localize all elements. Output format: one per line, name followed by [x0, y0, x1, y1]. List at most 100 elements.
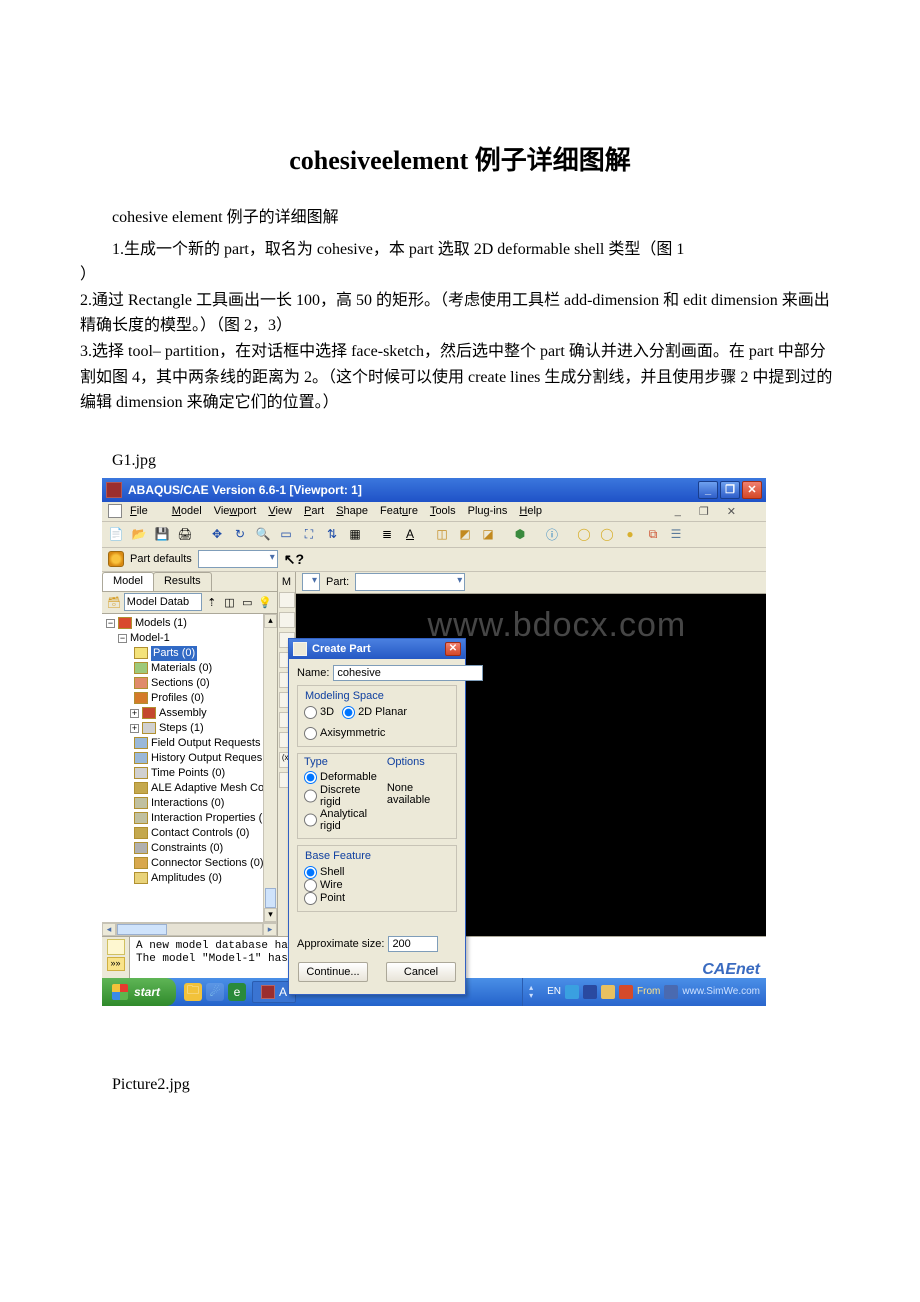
tree-steps[interactable]: Steps (1): [159, 721, 204, 736]
tree-history-output[interactable]: History Output Reques: [151, 751, 262, 766]
tray-icon-4[interactable]: [619, 985, 633, 999]
close-button[interactable]: ✕: [742, 481, 762, 499]
mdi-restore-icon[interactable]: ❐: [699, 505, 709, 518]
cycle-icon[interactable]: ⇅: [322, 524, 342, 544]
radio-discrete-rigid[interactable]: Discrete rigid: [304, 784, 377, 808]
tree-profiles[interactable]: Profiles (0): [151, 691, 204, 706]
tree-interactions[interactable]: Interactions (0): [151, 796, 224, 811]
tray-lang[interactable]: EN: [547, 986, 561, 997]
dialog-close-button[interactable]: ✕: [445, 642, 461, 656]
grid-icon[interactable]: ▦: [345, 524, 365, 544]
tray-icon-5[interactable]: [664, 985, 678, 999]
list-icon[interactable]: ≣: [377, 524, 397, 544]
perspective3-icon[interactable]: ◪: [478, 524, 498, 544]
start-button[interactable]: start: [102, 978, 176, 1006]
radio-point[interactable]: Point: [304, 892, 450, 905]
menu-part[interactable]: Part: [304, 505, 324, 517]
tree-ale[interactable]: ALE Adaptive Mesh Con: [151, 781, 270, 796]
tree-interaction-props[interactable]: Interaction Properties (: [151, 811, 262, 826]
menu-model[interactable]: Model: [172, 505, 202, 517]
tree-parts[interactable]: Parts (0): [151, 646, 197, 661]
render3-icon[interactable]: ●: [620, 524, 640, 544]
render1-icon[interactable]: ◯: [574, 524, 594, 544]
quicklaunch-icon-1[interactable]: 🗀: [184, 983, 202, 1001]
tree-root[interactable]: Models (1): [135, 616, 187, 631]
menu-shape[interactable]: Shape: [336, 505, 368, 517]
tree-expand-icon[interactable]: ▭: [239, 594, 255, 610]
tree-constraints[interactable]: Constraints (0): [151, 841, 223, 856]
tree-up-icon[interactable]: ⇡: [204, 594, 220, 610]
radio-3d[interactable]: 3D: [304, 706, 334, 719]
radio-deformable[interactable]: Deformable: [304, 771, 377, 784]
fit-icon[interactable]: ⛶: [299, 524, 319, 544]
tray-icon-2[interactable]: [583, 985, 597, 999]
layers-icon[interactable]: ☰: [666, 524, 686, 544]
radio-wire[interactable]: Wire: [304, 879, 450, 892]
tree-vscroll-down[interactable]: ▾: [264, 908, 277, 922]
quicklaunch-icon-2[interactable]: ☄: [206, 983, 224, 1001]
tree-contact-controls[interactable]: Contact Controls (0): [151, 826, 249, 841]
menu-help[interactable]: Help: [519, 505, 542, 517]
model-database-combo[interactable]: Model Datab: [124, 593, 202, 611]
tree-field-output[interactable]: Field Output Requests: [151, 736, 260, 751]
tree-assembly[interactable]: Assembly: [159, 706, 207, 721]
font-icon[interactable]: A: [400, 524, 420, 544]
model-tree[interactable]: −Models (1) −Model-1 Parts (0) Materials…: [102, 614, 277, 922]
menu-file[interactable]: File: [130, 505, 160, 517]
tree-sections[interactable]: Sections (0): [151, 676, 210, 691]
dialog-titlebar[interactable]: Create Part ✕: [289, 639, 465, 659]
tree-hscroll-left[interactable]: ◂: [102, 923, 116, 936]
menu-viewport[interactable]: Viewport: [214, 505, 257, 517]
maximize-button[interactable]: ❐: [720, 481, 740, 499]
iso-icon[interactable]: ⬢: [510, 524, 530, 544]
layout-icon[interactable]: ⧉: [643, 524, 663, 544]
tree-hscroll-track[interactable]: [116, 923, 263, 936]
perspective1-icon[interactable]: ◫: [432, 524, 452, 544]
query-icon[interactable]: [108, 551, 124, 567]
tray-icon-3[interactable]: [601, 985, 615, 999]
message-expand-icon[interactable]: »»: [107, 957, 125, 971]
tree-hint-icon[interactable]: 💡: [257, 594, 273, 610]
menu-feature[interactable]: Feature: [380, 505, 418, 517]
radio-2d-planar[interactable]: 2D Planar: [342, 706, 407, 719]
save-icon[interactable]: 💾: [152, 524, 172, 544]
tree-connector-sections[interactable]: Connector Sections (0): [151, 856, 264, 871]
context-help-icon[interactable]: ↖?: [284, 551, 304, 568]
module-combo[interactable]: [302, 573, 320, 591]
radio-axisymmetric[interactable]: Axisymmetric: [304, 727, 385, 740]
part-defaults-combo[interactable]: [198, 550, 278, 568]
message-icon[interactable]: [107, 939, 125, 955]
tray-icon-1[interactable]: [565, 985, 579, 999]
info-icon[interactable]: ⓘ: [542, 524, 562, 544]
name-input[interactable]: [333, 665, 483, 681]
pan-icon[interactable]: ✥: [207, 524, 227, 544]
part-combo[interactable]: [355, 573, 465, 591]
menu-tools[interactable]: Tools: [430, 505, 456, 517]
menu-plugins[interactable]: Plug-ins: [468, 505, 508, 517]
radio-analytical-rigid[interactable]: Analytical rigid: [304, 808, 377, 832]
rotate-icon[interactable]: ↻: [230, 524, 250, 544]
tree-vscroll-thumb[interactable]: [265, 888, 276, 908]
tree-hscroll-right[interactable]: ▸: [263, 923, 277, 936]
tree-model[interactable]: Model-1: [130, 631, 170, 646]
mdi-close-icon[interactable]: ✕: [727, 505, 736, 518]
box-zoom-icon[interactable]: ▭: [276, 524, 296, 544]
open-icon[interactable]: 📂: [129, 524, 149, 544]
quicklaunch-icon-3[interactable]: e: [228, 983, 246, 1001]
zoom-icon[interactable]: 🔍: [253, 524, 273, 544]
minimize-button[interactable]: _: [698, 481, 718, 499]
tab-model[interactable]: Model: [102, 572, 154, 591]
render2-icon[interactable]: ◯: [597, 524, 617, 544]
new-icon[interactable]: 📄: [106, 524, 126, 544]
tree-timepoints[interactable]: Time Points (0): [151, 766, 225, 781]
tree-materials[interactable]: Materials (0): [151, 661, 212, 676]
toolbox-icon-2[interactable]: [279, 612, 295, 628]
print-icon[interactable]: 🖨: [175, 524, 195, 544]
radio-shell[interactable]: Shell: [304, 866, 450, 879]
tree-amplitudes[interactable]: Amplitudes (0): [151, 871, 222, 886]
toolbox-create-part-icon[interactable]: [279, 592, 295, 608]
tree-vscroll-up[interactable]: ▴: [264, 614, 277, 628]
tree-filter-icon[interactable]: ◫: [222, 594, 238, 610]
mdi-minimize-icon[interactable]: _: [675, 505, 681, 518]
perspective2-icon[interactable]: ◩: [455, 524, 475, 544]
